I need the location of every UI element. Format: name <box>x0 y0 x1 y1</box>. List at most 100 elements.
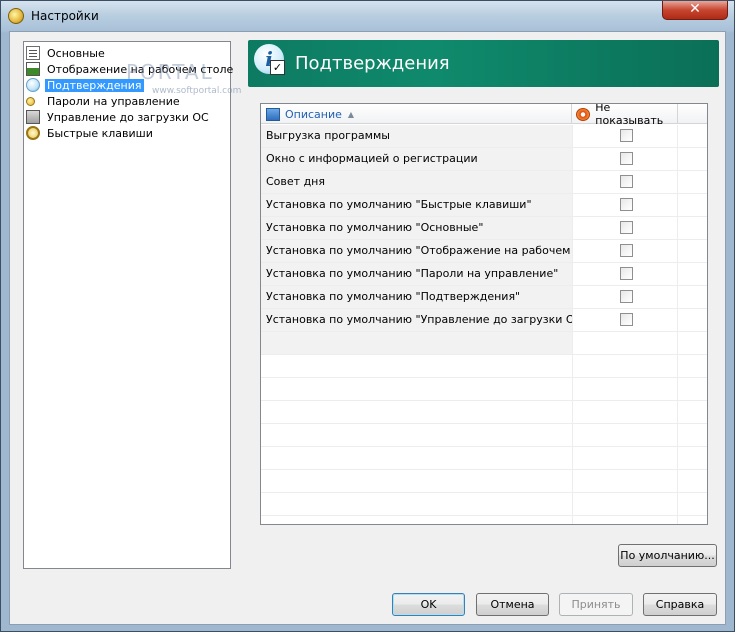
hide-checkbox[interactable] <box>620 221 633 234</box>
table-row[interactable]: Окно с информацией о регистрации <box>261 148 707 171</box>
ok-button[interactable]: OK <box>392 593 465 616</box>
empty-cell <box>261 378 572 400</box>
settings-window: Настройки ✕ Основные Отображение на рабо… <box>0 0 735 632</box>
sort-ascending-icon: ▲ <box>347 109 355 119</box>
hide-checkbox[interactable] <box>620 290 633 303</box>
empty-cell <box>261 516 572 524</box>
row-hide-cell <box>572 217 678 239</box>
watermark: PORTAL <box>126 60 214 84</box>
row-description: Совет дня <box>261 171 572 193</box>
empty-row <box>261 401 707 424</box>
empty-cell <box>261 401 572 423</box>
sidebar-item-label: Пароли на управление <box>47 94 180 108</box>
row-hide-cell <box>572 309 678 331</box>
hide-checkbox[interactable] <box>620 313 633 326</box>
row-description: Установка по умолчанию "Пароли на управл… <box>261 263 572 285</box>
key-icon <box>26 96 35 106</box>
empty-row <box>261 332 707 355</box>
row-hide-cell <box>572 171 678 193</box>
settings-tree[interactable]: Основные Отображение на рабочем столе По… <box>23 41 241 569</box>
app-icon <box>8 8 24 24</box>
section-header: i ✓ Подтверждения <box>248 40 719 87</box>
info-icon <box>26 78 40 92</box>
empty-cell <box>261 355 572 377</box>
watermark-url: www.softportal.com <box>152 86 242 96</box>
eye-icon <box>576 107 591 121</box>
table-row[interactable]: Установка по умолчанию "Пароли на управл… <box>261 263 707 286</box>
empty-cell <box>572 332 678 354</box>
empty-cell <box>572 424 678 446</box>
sidebar-item-general[interactable]: Основные <box>26 45 107 61</box>
empty-cell <box>572 470 678 492</box>
sidebar-item-boot-control[interactable]: Управление до загрузки ОС <box>26 109 211 125</box>
empty-cell <box>572 355 678 377</box>
table-row[interactable]: Установка по умолчанию "Подтверждения" <box>261 286 707 309</box>
row-description: Установка по умолчанию "Отображение на р… <box>261 240 572 262</box>
row-hide-cell <box>572 263 678 285</box>
table-row[interactable]: Установка по умолчанию "Отображение на р… <box>261 240 707 263</box>
hide-checkbox[interactable] <box>620 198 633 211</box>
empty-row <box>261 424 707 447</box>
document-icon <box>26 46 40 60</box>
row-hide-cell <box>572 240 678 262</box>
dialog-body: Основные Отображение на рабочем столе По… <box>9 31 726 625</box>
defaults-button[interactable]: По умолчанию... <box>618 544 717 567</box>
table-row[interactable]: Установка по умолчанию "Основные" <box>261 217 707 240</box>
table-row[interactable]: Выгрузка программы <box>261 125 707 148</box>
row-description: Окно с информацией о регистрации <box>261 148 572 170</box>
apply-button[interactable]: Принять <box>559 593 633 616</box>
empty-row <box>261 493 707 516</box>
hide-checkbox[interactable] <box>620 244 633 257</box>
row-description: Установка по умолчанию "Быстрые клавиши" <box>261 194 572 216</box>
sidebar-item-label: Основные <box>47 46 105 60</box>
empty-cell <box>572 401 678 423</box>
table-header: Описание ▲ Не показывать <box>261 103 707 127</box>
empty-row <box>261 355 707 378</box>
empty-cell <box>572 493 678 515</box>
desktop-icon <box>26 62 40 76</box>
sidebar-item-label: Быстрые клавиши <box>47 126 153 140</box>
close-button[interactable]: ✕ <box>662 1 728 20</box>
empty-cell <box>261 424 572 446</box>
empty-cell <box>261 447 572 469</box>
cancel-button[interactable]: Отмена <box>476 593 549 616</box>
row-hide-cell <box>572 194 678 216</box>
column-description[interactable]: Описание ▲ <box>261 104 572 124</box>
empty-row <box>261 470 707 493</box>
help-button[interactable]: Справка <box>643 593 717 616</box>
column-description-label: Описание <box>285 107 342 121</box>
row-description: Установка по умолчанию "Управление до за… <box>261 309 572 331</box>
row-hide-cell <box>572 148 678 170</box>
sidebar-item-label: Управление до загрузки ОС <box>47 110 209 124</box>
sidebar-item-hotkeys[interactable]: Быстрые клавиши <box>26 125 155 141</box>
section-title: Подтверждения <box>295 53 450 74</box>
table-row[interactable]: Установка по умолчанию "Быстрые клавиши" <box>261 194 707 217</box>
hide-checkbox[interactable] <box>620 129 633 142</box>
magnifier-icon <box>26 126 40 140</box>
hide-checkbox[interactable] <box>620 175 633 188</box>
title-bar[interactable]: Настройки ✕ <box>1 1 734 31</box>
empty-cell <box>261 470 572 492</box>
table-row[interactable]: Совет дня <box>261 171 707 194</box>
empty-row <box>261 447 707 470</box>
empty-cell <box>261 493 572 515</box>
boot-icon <box>26 110 40 124</box>
hide-checkbox[interactable] <box>620 152 633 165</box>
empty-cell <box>572 516 678 524</box>
column-hide-label: Не показывать <box>595 103 664 127</box>
checkbox-icon: ✓ <box>270 60 285 75</box>
list-icon <box>266 107 280 121</box>
empty-row <box>261 516 707 524</box>
window-title: Настройки <box>31 9 99 23</box>
empty-cell <box>261 332 572 354</box>
row-description: Установка по умолчанию "Основные" <box>261 217 572 239</box>
row-description: Установка по умолчанию "Подтверждения" <box>261 286 572 308</box>
column-hide[interactable]: Не показывать <box>572 103 678 127</box>
table-row[interactable]: Установка по умолчанию "Управление до за… <box>261 309 707 332</box>
hide-checkbox[interactable] <box>620 267 633 280</box>
empty-cell <box>572 378 678 400</box>
row-hide-cell <box>572 125 678 147</box>
row-hide-cell <box>572 286 678 308</box>
confirmations-table[interactable]: Описание ▲ Не показывать Выгрузка програ… <box>260 103 708 525</box>
row-description: Выгрузка программы <box>261 125 572 147</box>
